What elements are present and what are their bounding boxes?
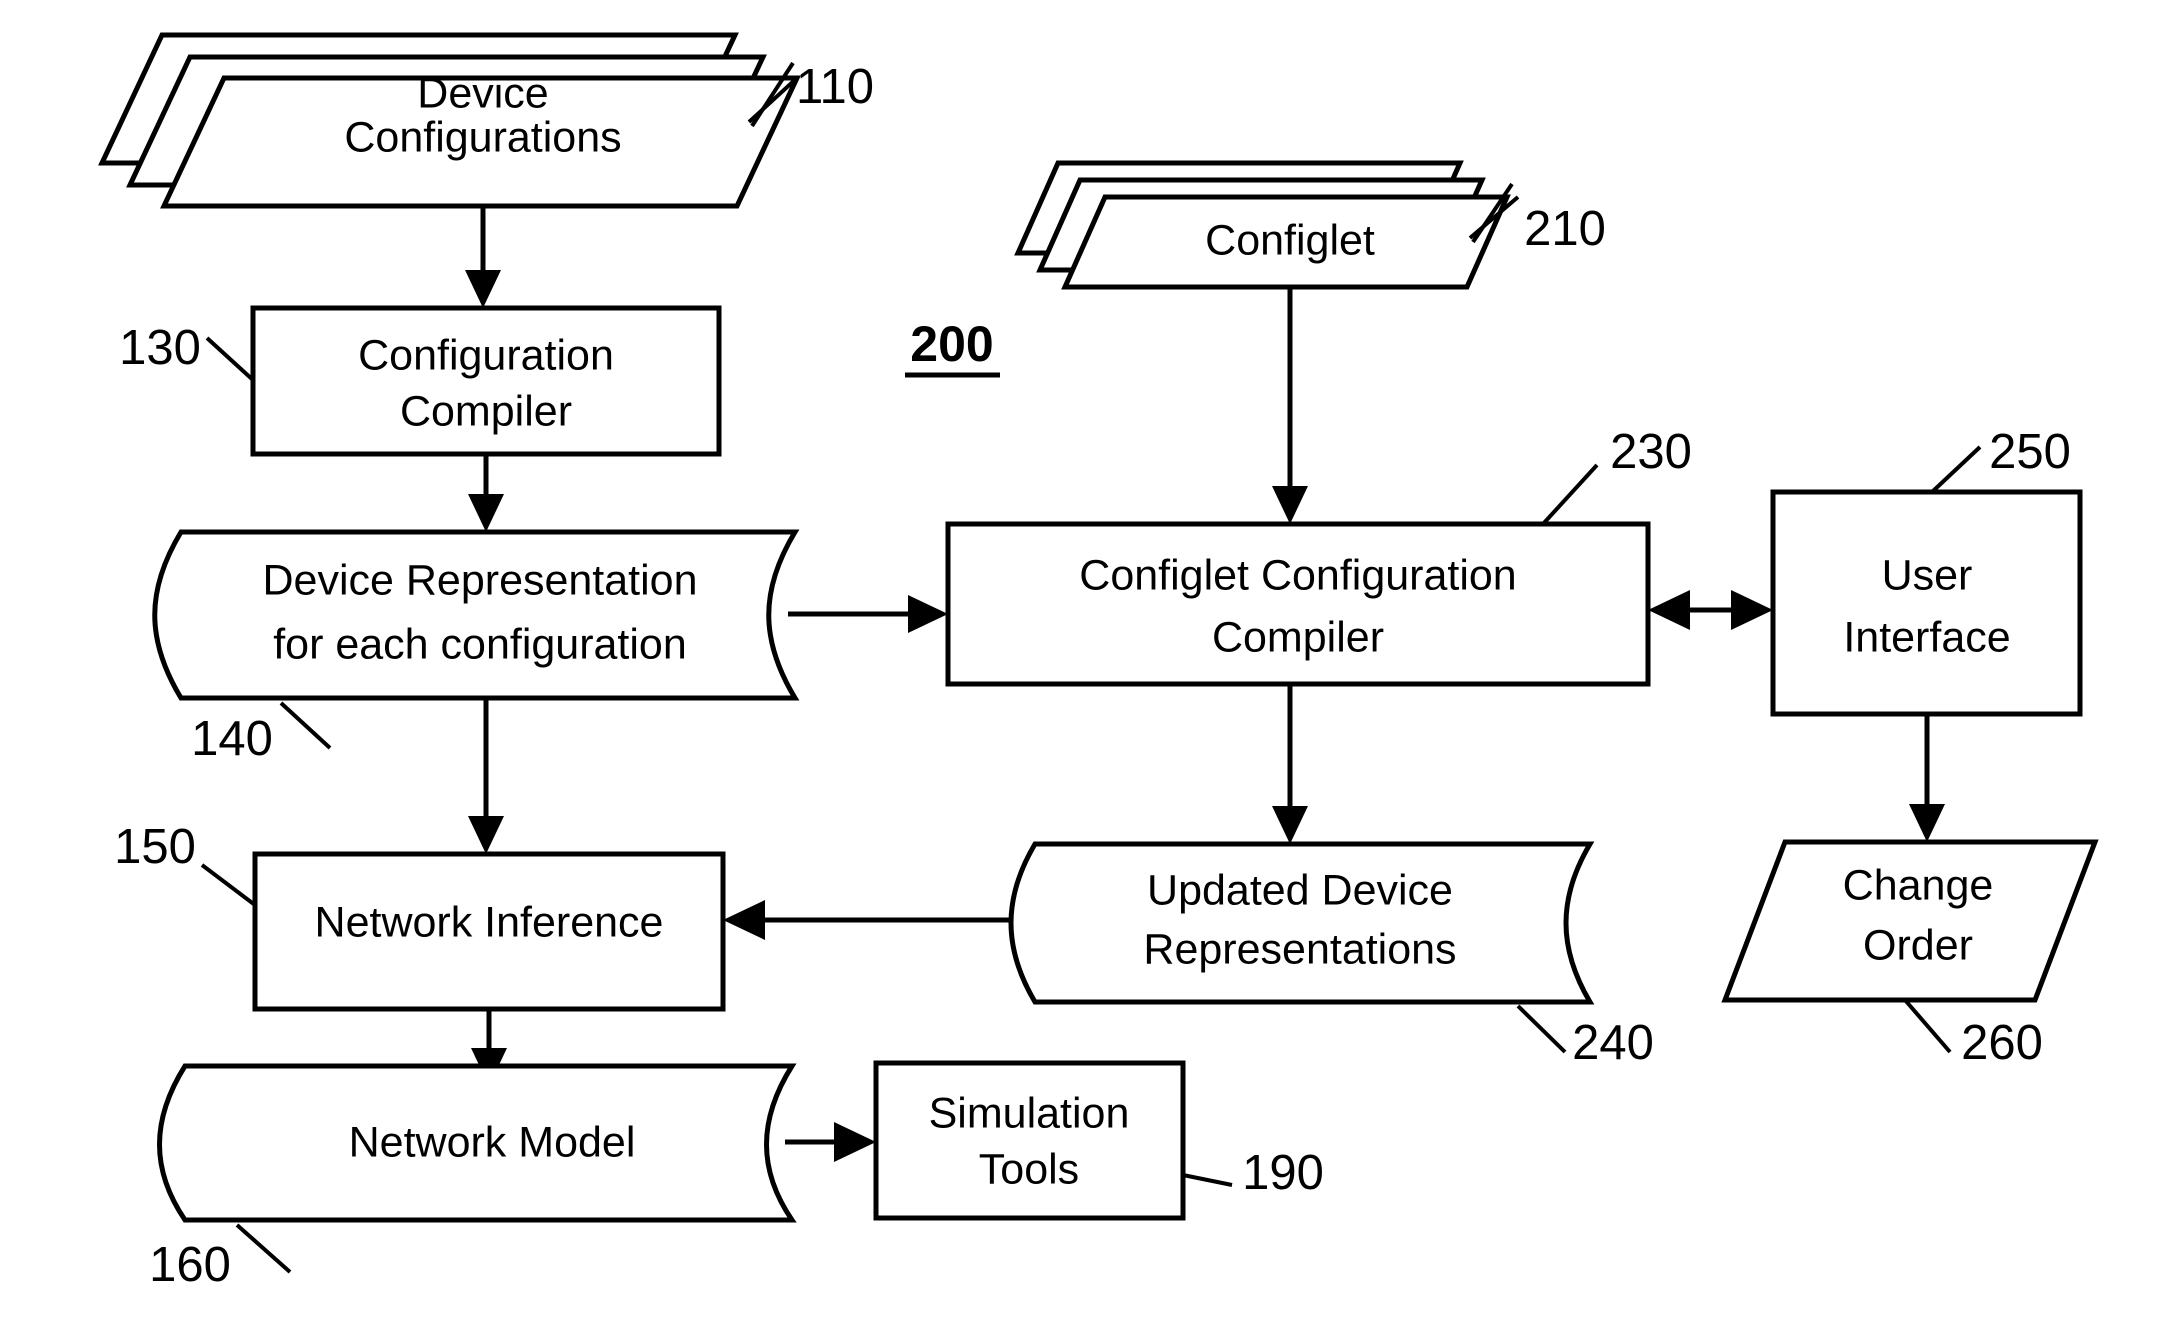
updated-device-representations-label-line2: Representations xyxy=(1143,925,1456,973)
user-interface-label-line2: Interface xyxy=(1843,613,2010,661)
updated-device-representations-label-line1: Updated Device xyxy=(1147,866,1453,914)
ref-number-150: 150 xyxy=(114,820,196,874)
ref-number-140: 140 xyxy=(191,712,273,766)
device-representation-label-line2: for each configuration xyxy=(273,620,687,668)
configuration-compiler-label-line1: Configuration xyxy=(358,331,614,379)
configuration-compiler-label-line2: Compiler xyxy=(400,387,572,435)
network-model-label: Network Model xyxy=(349,1118,636,1166)
node-configuration-compiler: Configuration Compiler xyxy=(250,305,722,457)
change-order-label-line2: Order xyxy=(1863,921,1973,969)
simulation-tools-box xyxy=(873,1060,1186,1221)
configlet-label: Configlet xyxy=(1205,216,1375,264)
network-inference-label: Network Inference xyxy=(315,898,664,946)
ref-number-210: 210 xyxy=(1524,202,1606,256)
ref-number-160: 160 xyxy=(149,1238,231,1292)
device-configurations-label-line1: Device xyxy=(417,69,548,117)
ref-number-110: 110 xyxy=(796,60,874,114)
node-network-inference: Network Inference xyxy=(252,851,726,1012)
node-network-model: Network Model xyxy=(157,1063,797,1223)
user-interface-box xyxy=(1770,489,2083,717)
user-interface-label-line1: User xyxy=(1882,551,1973,599)
node-configlet: Configlet xyxy=(1014,160,1511,290)
simulation-tools-label-line2: Tools xyxy=(979,1145,1079,1193)
figure-canvas: Device Configurations 110 Configuration … xyxy=(0,0,2183,1320)
ref-number-250: 250 xyxy=(1989,425,2071,479)
device-representation-label-line1: Device Representation xyxy=(262,556,697,604)
change-order-label-line1: Change xyxy=(1843,861,1994,909)
ref-number-190: 190 xyxy=(1242,1146,1324,1200)
configlet-configuration-compiler-label-line1: Configlet Configuration xyxy=(1079,551,1516,599)
node-updated-device-representations: Updated Device Representations xyxy=(1008,841,1595,1005)
node-configlet-configuration-compiler: Configlet Configuration Compiler xyxy=(945,521,1651,687)
node-device-configurations: Device Configurations xyxy=(98,32,801,209)
ref-number-230: 230 xyxy=(1610,425,1692,479)
device-configurations-label-line2: Configurations xyxy=(344,113,621,161)
ref-number-130: 130 xyxy=(119,321,201,375)
node-device-representation: Device Representation for each configura… xyxy=(152,529,800,701)
node-simulation-tools: Simulation Tools xyxy=(873,1060,1186,1221)
figure-number-group: 200 xyxy=(905,316,1000,378)
configlet-configuration-compiler-label-line2: Compiler xyxy=(1212,613,1384,661)
ref-number-260: 260 xyxy=(1961,1016,2043,1070)
figure-number: 200 xyxy=(910,316,993,372)
ref-number-240: 240 xyxy=(1572,1016,1654,1070)
node-change-order: Change Order xyxy=(1721,839,2099,1003)
simulation-tools-label-line1: Simulation xyxy=(929,1089,1130,1137)
node-user-interface: User Interface xyxy=(1770,489,2083,717)
patent-figure-svg: Device Configurations 110 Configuration … xyxy=(0,0,2183,1320)
